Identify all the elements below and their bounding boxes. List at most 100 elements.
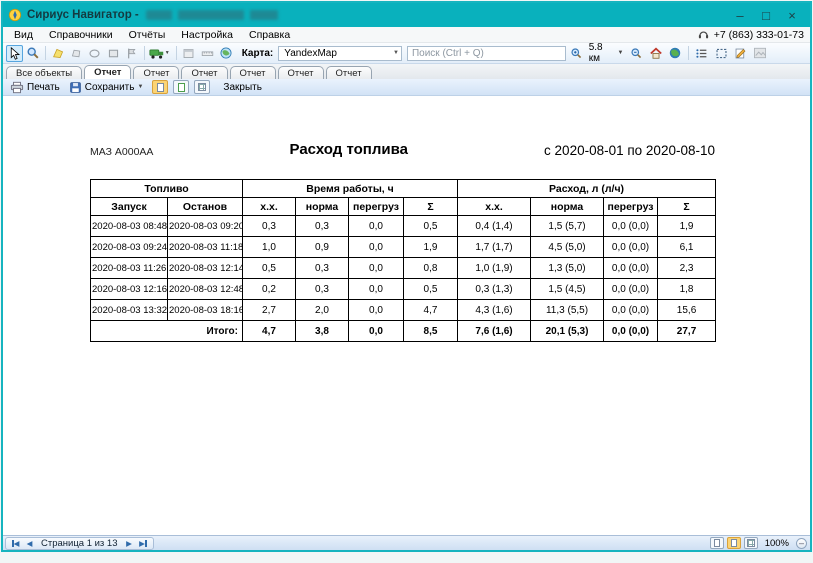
- view-multi-page-button[interactable]: [194, 80, 210, 94]
- legend-list-icon[interactable]: [693, 45, 711, 62]
- cell-normal-time: 2,0: [296, 300, 349, 321]
- total-overload-time: 0,0: [349, 321, 404, 342]
- zoom-level: 100%: [765, 538, 789, 549]
- tab-report-active[interactable]: Отчет: [84, 65, 131, 79]
- group-header-row: Топливо Время работы, ч Расход, л (л/ч): [91, 180, 716, 198]
- tab-all-objects[interactable]: Все объекты: [6, 66, 82, 79]
- window-title: Сириус Навигатор -: [27, 9, 139, 21]
- headset-icon: [697, 28, 710, 41]
- report-toolbar: Печать Сохранить ▼ Закрыть: [3, 79, 810, 96]
- print-button[interactable]: Печать: [8, 80, 62, 95]
- zoom-controls: 100% –: [710, 537, 808, 549]
- chevron-down-icon: ▼: [617, 50, 623, 56]
- table-row: 2020-08-03 09:24 2020-08-03 11:18 1,0 0,…: [91, 237, 716, 258]
- edit-zone-button[interactable]: [50, 45, 66, 62]
- route-globe-button[interactable]: [217, 45, 233, 62]
- grid-icon: [198, 83, 206, 91]
- fit-bounds-icon[interactable]: [712, 45, 730, 62]
- tab-report[interactable]: Отчет: [326, 66, 372, 79]
- page-icon: [157, 83, 164, 92]
- cell-idle-fuel: 1,0 (1,9): [458, 258, 531, 279]
- cell-overload-time: 0,0: [349, 216, 404, 237]
- image-button-disabled: [752, 45, 770, 62]
- cell-fuel-total: 1,8: [658, 279, 716, 300]
- group-header-consumption: Расход, л (л/ч): [458, 180, 716, 198]
- tab-report[interactable]: Отчет: [133, 66, 179, 79]
- cell-fuel-total: 15,6: [658, 300, 716, 321]
- previous-page-button[interactable]: ◀: [24, 538, 35, 549]
- menu-settings[interactable]: Настройка: [173, 29, 241, 41]
- view-continuous-button[interactable]: [727, 537, 741, 549]
- close-button[interactable]: ×: [779, 6, 805, 24]
- menu-reports[interactable]: Отчёты: [121, 29, 174, 41]
- ellipse-tool-button-disabled: [87, 45, 103, 62]
- chevron-down-icon: ▼: [393, 50, 399, 56]
- toolbar-separator: [144, 46, 145, 60]
- column-header: Σ: [658, 198, 716, 216]
- cell-start: 2020-08-03 09:24: [91, 237, 168, 258]
- notes-edit-icon[interactable]: [732, 45, 750, 62]
- cell-idle-fuel: 0,4 (1,4): [458, 216, 531, 237]
- cell-idle-time: 0,3: [243, 216, 296, 237]
- column-header: перегруз: [349, 198, 404, 216]
- pointer-tool-button[interactable]: [6, 45, 23, 62]
- menu-help[interactable]: Справка: [241, 29, 298, 41]
- view-single-page-button[interactable]: [152, 80, 168, 94]
- menu-view[interactable]: Вид: [6, 29, 41, 41]
- tab-report[interactable]: Отчет: [278, 66, 324, 79]
- cell-normal-time: 0,3: [296, 216, 349, 237]
- first-page-button[interactable]: ◀: [10, 538, 21, 549]
- next-page-button[interactable]: ▶: [124, 538, 135, 549]
- cell-time-total: 1,9: [404, 237, 458, 258]
- close-report-button[interactable]: Закрыть: [221, 80, 264, 95]
- cell-start: 2020-08-03 12:16: [91, 279, 168, 300]
- toolbar-separator: [45, 46, 46, 60]
- page-indicator: Страница 1 из 13: [41, 538, 118, 549]
- globe-icon[interactable]: [666, 45, 684, 62]
- save-button[interactable]: Сохранить ▼: [67, 80, 148, 95]
- search-input[interactable]: [407, 46, 566, 61]
- tab-report[interactable]: Отчет: [181, 66, 227, 79]
- print-label: Печать: [27, 82, 60, 93]
- toolbar-separator: [688, 46, 689, 60]
- zoom-in-icon[interactable]: [568, 45, 586, 62]
- cell-time-total: 0,8: [404, 258, 458, 279]
- total-normal-time: 3,8: [296, 321, 349, 342]
- title-bar: Сириус Навигатор - – □ ×: [3, 3, 810, 27]
- main-toolbar: ▼ Карта: YandexMap ▼ 5.8 км ▼: [3, 43, 810, 64]
- cell-overload-fuel: 0,0 (0,0): [604, 258, 658, 279]
- cell-overload-fuel: 0,0 (0,0): [604, 300, 658, 321]
- cell-idle-time: 0,5: [243, 258, 296, 279]
- totals-row: Итого: 4,7 3,8 0,0 8,5 7,6 (1,6) 20,1 (5…: [91, 321, 716, 342]
- total-idle-time: 4,7: [243, 321, 296, 342]
- home-icon[interactable]: [647, 45, 665, 62]
- cell-stop: 2020-08-03 18:16: [168, 300, 243, 321]
- total-time-sum: 8,5: [404, 321, 458, 342]
- minimize-button[interactable]: –: [727, 6, 753, 24]
- vehicle-tracking-button[interactable]: ▼: [149, 45, 172, 62]
- map-provider-select[interactable]: YandexMap ▼: [278, 46, 402, 61]
- menu-directories[interactable]: Справочники: [41, 29, 121, 41]
- cell-idle-time: 0,2: [243, 279, 296, 300]
- tab-report[interactable]: Отчет: [230, 66, 276, 79]
- cell-time-total: 4,7: [404, 300, 458, 321]
- floppy-icon: [69, 81, 82, 94]
- view-single-page-button[interactable]: [710, 537, 724, 549]
- cell-start: 2020-08-03 13:32: [91, 300, 168, 321]
- page-icon: [178, 83, 185, 92]
- zoom-out-button[interactable]: –: [796, 538, 807, 549]
- maximize-button[interactable]: □: [753, 6, 779, 24]
- totals-label: Итого:: [91, 321, 243, 342]
- group-header-worktime: Время работы, ч: [243, 180, 458, 198]
- cell-normal-fuel: 1,5 (4,5): [531, 279, 604, 300]
- view-multi-page-button[interactable]: [744, 537, 758, 549]
- table-row: 2020-08-03 08:48 2020-08-03 09:20 0,3 0,…: [91, 216, 716, 237]
- last-page-button[interactable]: ▶: [138, 538, 149, 549]
- zoom-out-icon[interactable]: [627, 45, 645, 62]
- phone-number: +7 (863) 333-01-73: [714, 29, 804, 41]
- search-object-button[interactable]: [25, 45, 41, 62]
- fuel-consumption-table: Топливо Время работы, ч Расход, л (л/ч) …: [90, 179, 716, 342]
- group-header-fuel: Топливо: [91, 180, 243, 198]
- map-scale-value[interactable]: 5.8 км: [589, 42, 615, 64]
- view-fit-page-button[interactable]: [173, 80, 189, 94]
